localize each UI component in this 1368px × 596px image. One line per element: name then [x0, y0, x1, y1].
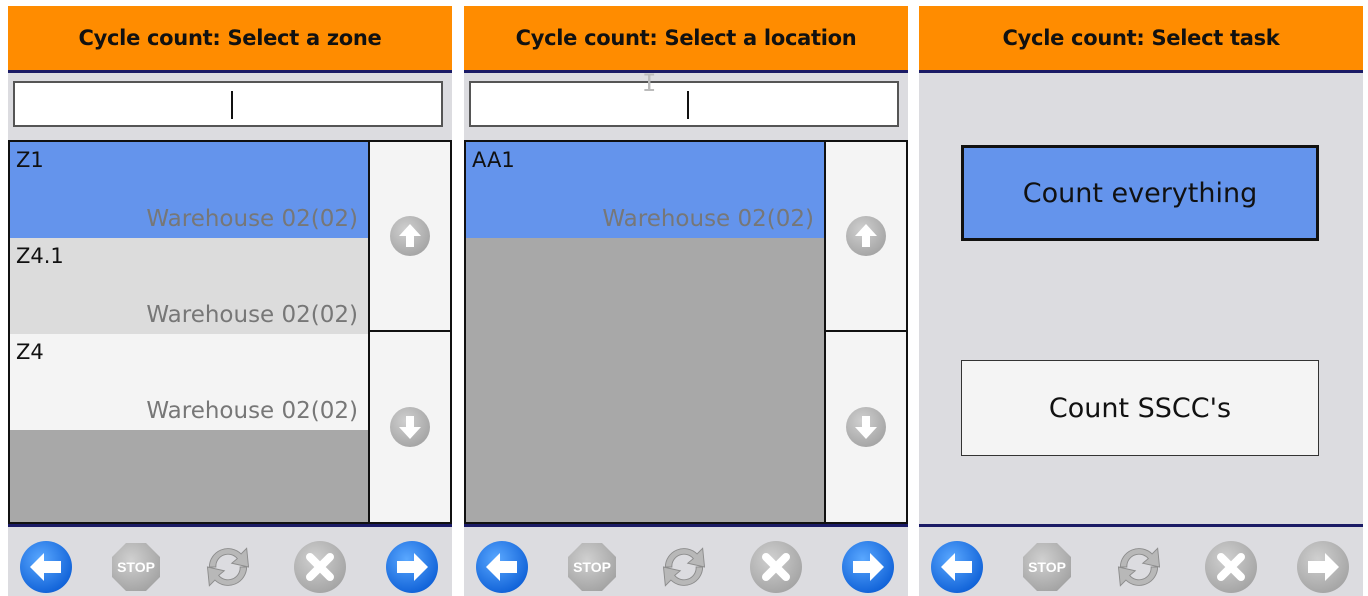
location-panel: Cycle count: Select a location I AA1 War…	[464, 6, 908, 596]
stop-button[interactable]: STOP	[1019, 539, 1075, 595]
stop-button[interactable]: STOP	[564, 539, 620, 595]
footer-toolbar: STOP	[464, 524, 908, 596]
stop-icon: STOP	[1023, 543, 1071, 591]
warehouse-label: Warehouse 02(02)	[602, 206, 814, 232]
list-item-z4[interactable]: Z4 Warehouse 02(02)	[10, 334, 368, 430]
panel-title: Cycle count: Select a location	[464, 6, 908, 73]
warehouse-label: Warehouse 02(02)	[146, 206, 358, 232]
stop-icon: STOP	[112, 543, 160, 591]
forward-button[interactable]	[1295, 539, 1351, 595]
panel-title: Cycle count: Select task	[919, 6, 1363, 73]
cancel-button[interactable]	[748, 539, 804, 595]
stop-icon: STOP	[568, 543, 616, 591]
ibeam-cursor-icon: I	[642, 69, 657, 97]
warehouse-label: Warehouse 02(02)	[146, 398, 358, 424]
cancel-icon	[294, 541, 346, 593]
scroll-down-button[interactable]	[368, 330, 452, 524]
text-caret	[687, 91, 689, 119]
location-code: AA1	[472, 148, 515, 172]
task-panel: Cycle count: Select task Count everythin…	[919, 6, 1363, 596]
arrow-down-icon	[390, 407, 430, 447]
arrow-up-icon	[846, 216, 886, 256]
location-search-input[interactable]	[469, 81, 899, 127]
scroll-down-button[interactable]	[824, 330, 908, 524]
zone-code: Z1	[16, 148, 44, 172]
warehouse-label: Warehouse 02(02)	[146, 302, 358, 328]
refresh-icon	[1117, 547, 1161, 587]
forward-button[interactable]	[840, 539, 896, 595]
refresh-icon	[662, 547, 706, 587]
cancel-button[interactable]	[1203, 539, 1259, 595]
cancel-icon	[750, 541, 802, 593]
zone-search-input[interactable]	[13, 81, 443, 127]
count-everything-button[interactable]: Count everything	[961, 145, 1319, 241]
text-caret	[231, 91, 233, 119]
list-item-aa1[interactable]: AA1 Warehouse 02(02)	[466, 142, 824, 238]
forward-arrow-icon	[842, 541, 894, 593]
back-button[interactable]	[18, 539, 74, 595]
back-button[interactable]	[474, 539, 530, 595]
back-arrow-icon	[931, 541, 983, 593]
stop-label: STOP	[1028, 559, 1066, 575]
zone-code: Z4.1	[16, 244, 64, 268]
refresh-button[interactable]	[200, 539, 256, 595]
list-item-z1[interactable]: Z1 Warehouse 02(02)	[10, 142, 368, 238]
zone-list[interactable]: Z1 Warehouse 02(02) Z4.1 Warehouse 02(02…	[8, 140, 370, 524]
forward-button[interactable]	[384, 539, 440, 595]
zone-code: Z4	[16, 340, 44, 364]
panel-title: Cycle count: Select a zone	[8, 6, 452, 73]
stop-button[interactable]: STOP	[108, 539, 164, 595]
scroll-up-button[interactable]	[824, 140, 908, 332]
scroll-up-button[interactable]	[368, 140, 452, 332]
location-list[interactable]: AA1 Warehouse 02(02)	[464, 140, 826, 524]
refresh-icon	[206, 547, 250, 587]
back-button[interactable]	[929, 539, 985, 595]
task-area	[919, 73, 1363, 524]
refresh-button[interactable]	[1111, 539, 1167, 595]
arrow-up-icon	[390, 216, 430, 256]
zone-panel: Cycle count: Select a zone Z1 Warehouse …	[8, 6, 452, 596]
footer-toolbar: STOP	[919, 524, 1363, 596]
cancel-icon	[1205, 541, 1257, 593]
back-arrow-icon	[20, 541, 72, 593]
back-arrow-icon	[476, 541, 528, 593]
stop-label: STOP	[117, 559, 155, 575]
footer-toolbar: STOP	[8, 524, 452, 596]
arrow-down-icon	[846, 407, 886, 447]
refresh-button[interactable]	[656, 539, 712, 595]
forward-arrow-icon	[1297, 541, 1349, 593]
count-sscc-button[interactable]: Count SSCC's	[961, 360, 1319, 456]
list-item-z4-1[interactable]: Z4.1 Warehouse 02(02)	[10, 238, 368, 334]
forward-arrow-icon	[386, 541, 438, 593]
cancel-button[interactable]	[292, 539, 348, 595]
stop-label: STOP	[573, 559, 611, 575]
